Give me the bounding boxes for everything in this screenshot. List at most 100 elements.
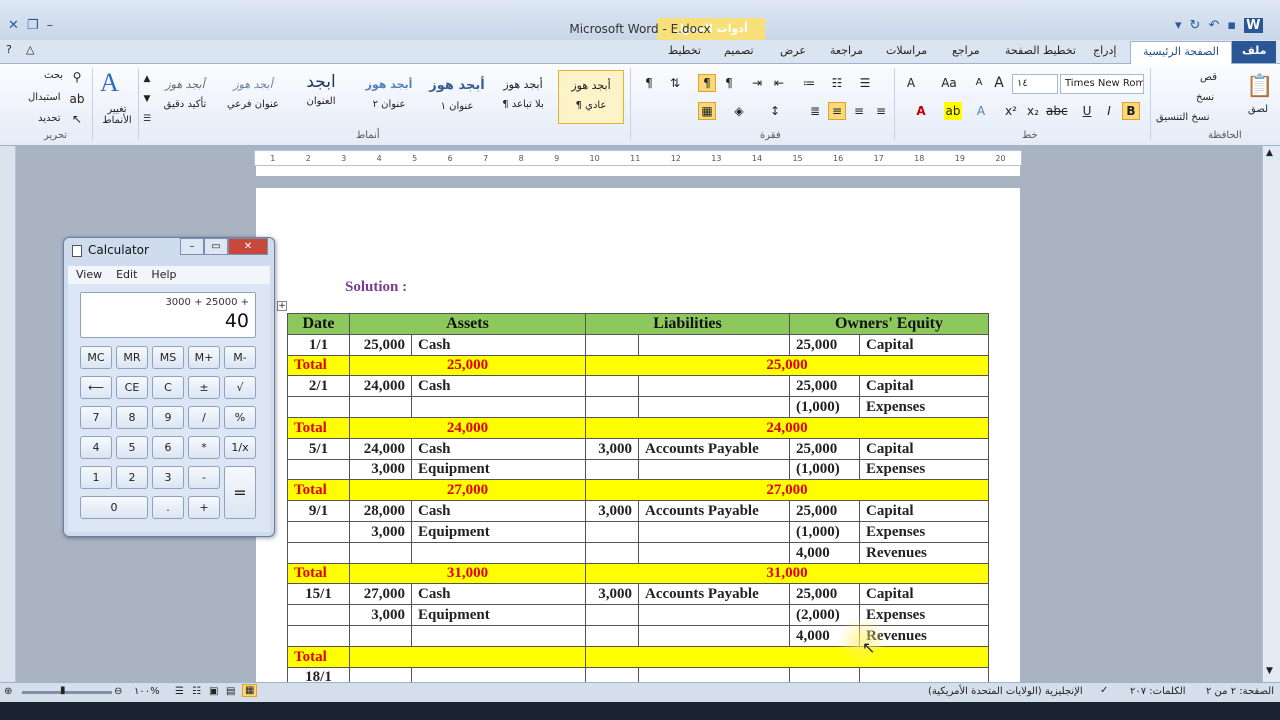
calc-7-button[interactable]: 7 (80, 406, 112, 429)
calc-subtract-button[interactable]: - (188, 466, 220, 489)
zoom-level[interactable]: ١٠٠% (134, 686, 160, 697)
calc-2-button[interactable]: 2 (116, 466, 148, 489)
ltr-direction-icon[interactable]: ¶ (698, 74, 716, 92)
style-no-spacing[interactable]: أبجد هوز ¶ بلا تباعد (490, 70, 556, 124)
print-layout-icon[interactable]: ▦ (242, 684, 258, 697)
zoom-slider-thumb[interactable]: ▮ (60, 685, 66, 696)
bullets-icon[interactable]: ☰ (856, 74, 874, 92)
language-indicator[interactable]: الإنجليزية (الولايات المتحدة الأمريكية) (928, 686, 1083, 697)
text-effects-icon[interactable]: A (972, 102, 990, 120)
tab-review[interactable]: مراجعة (830, 44, 863, 57)
shading-icon[interactable]: ◈ (730, 102, 748, 120)
table-move-handle-icon[interactable]: + (277, 301, 287, 311)
calc-add-button[interactable]: + (188, 496, 220, 519)
reading-view-icon[interactable]: ▤ (226, 686, 235, 697)
calc-plusminus-button[interactable]: ± (188, 376, 220, 399)
calc-equals-button[interactable]: = (224, 466, 256, 519)
borders-icon[interactable]: ▦ (698, 102, 716, 120)
calc-mplus-button[interactable]: M+ (188, 346, 220, 369)
italic-icon[interactable]: I (1100, 102, 1118, 120)
clear-formatting-icon[interactable]: A (902, 74, 920, 92)
minimize-ribbon-icon[interactable]: △ (26, 43, 34, 56)
tab-table-layout[interactable]: تخطيط (668, 44, 701, 57)
calc-menu-view[interactable]: View (76, 266, 102, 284)
align-left-icon[interactable]: ≡ (872, 102, 890, 120)
calc-ce-button[interactable]: CE (116, 376, 148, 399)
calc-6-button[interactable]: 6 (152, 436, 184, 459)
show-marks-icon[interactable]: ¶ (640, 74, 658, 92)
outline-view-icon[interactable]: ☷ (192, 686, 201, 697)
style-heading-1[interactable]: أبجد هوز عنوان ١ (424, 70, 490, 124)
calc-multiply-button[interactable]: * (188, 436, 220, 459)
format-painter-button[interactable]: نسخ التنسيق (1156, 112, 1209, 123)
change-styles-button[interactable]: تغيير الأنماط (100, 104, 134, 126)
sort-icon[interactable]: ⇅ (666, 74, 684, 92)
calc-decimal-button[interactable]: . (152, 496, 184, 519)
calc-mminus-button[interactable]: M- (224, 346, 256, 369)
calc-mr-button[interactable]: MR (116, 346, 148, 369)
calc-8-button[interactable]: 8 (116, 406, 148, 429)
highlight-icon[interactable]: ab (944, 102, 962, 120)
change-case-icon[interactable]: Aa (940, 74, 958, 92)
multilevel-list-icon[interactable]: ≔ (800, 74, 818, 92)
zoom-slider[interactable] (22, 691, 112, 694)
word-count[interactable]: الكلمات: ٢٠٧ (1130, 686, 1186, 697)
copy-button[interactable]: نسخ (1196, 92, 1214, 103)
save-icon[interactable]: ▪ (1227, 18, 1236, 33)
page-number[interactable]: الصفحة: ٢ من ٢ (1206, 686, 1274, 697)
calc-minimize-button[interactable]: – (180, 238, 204, 255)
paste-icon[interactable]: 📋 (1246, 74, 1273, 99)
line-spacing-icon[interactable]: ↕ (766, 102, 784, 120)
style-heading-2[interactable]: أبجد هوز عنوان ٢ (356, 70, 422, 124)
calc-maximize-button[interactable]: ▭ (204, 238, 228, 255)
draft-view-icon[interactable]: ☰ (175, 686, 184, 697)
calc-5-button[interactable]: 5 (116, 436, 148, 459)
calc-1-button[interactable]: 1 (80, 466, 112, 489)
increase-indent-icon[interactable]: ⇥ (748, 74, 766, 92)
calc-menu-help[interactable]: Help (151, 266, 176, 284)
calc-c-button[interactable]: C (152, 376, 184, 399)
tab-page-layout[interactable]: تخطيط الصفحة (1005, 44, 1076, 57)
underline-icon[interactable]: U (1078, 102, 1096, 120)
numbering-icon[interactable]: ☷ (828, 74, 846, 92)
zoom-in-icon[interactable]: ⊕ (4, 686, 12, 697)
subscript-icon[interactable]: x₂ (1024, 102, 1042, 120)
undo-icon[interactable]: ↶ (1208, 18, 1219, 33)
strikethrough-icon[interactable]: abc (1046, 102, 1068, 120)
vertical-scrollbar[interactable]: ▲ ▼ (1262, 146, 1280, 682)
font-name-select[interactable]: Times New Roma (1060, 74, 1144, 94)
find-button[interactable]: بحث (44, 70, 63, 81)
paste-button[interactable]: لصق (1248, 104, 1268, 115)
decrease-indent-icon[interactable]: ⇤ (770, 74, 788, 92)
tab-home[interactable]: الصفحة الرئيسية (1130, 41, 1232, 64)
style-subtitle[interactable]: أبجد هوز عنوان فرعي (220, 70, 286, 124)
font-color-icon[interactable]: A (912, 102, 930, 120)
calculator-window[interactable]: Calculator – ▭ ✕ View Edit Help 3000 + 2… (63, 237, 275, 537)
calc-percent-button[interactable]: % (224, 406, 256, 429)
calc-mc-button[interactable]: MC (80, 346, 112, 369)
tab-mailings[interactable]: مراسلات (886, 44, 927, 57)
tab-file[interactable]: ملف (1232, 41, 1277, 63)
calc-reciprocal-button[interactable]: 1/x (224, 436, 256, 459)
calc-backspace-button[interactable]: ⟵ (80, 376, 112, 399)
shrink-font-icon[interactable]: A (970, 74, 988, 92)
style-subtle-emphasis[interactable]: أبجد هوز تأكيد دقيق (152, 70, 218, 124)
change-styles-icon[interactable]: A (100, 68, 119, 98)
calc-4-button[interactable]: 4 (80, 436, 112, 459)
calc-sqrt-button[interactable]: √ (224, 376, 256, 399)
align-right-icon[interactable]: ≡ (850, 102, 868, 120)
grow-font-icon[interactable]: A (990, 74, 1008, 92)
dropdown-icon[interactable]: ▾ (1175, 18, 1182, 33)
tab-references[interactable]: مراجع (952, 44, 980, 57)
rtl-direction-icon[interactable]: ¶ (720, 74, 738, 92)
help-icon[interactable]: ? (6, 43, 12, 56)
style-title[interactable]: ابجد العنوان (288, 70, 354, 124)
style-normal[interactable]: أبجد هوز ¶ عادي (558, 70, 624, 124)
tab-view[interactable]: عرض (780, 44, 806, 57)
word-icon[interactable]: W (1244, 18, 1263, 33)
cut-button[interactable]: قص (1200, 72, 1217, 83)
web-layout-icon[interactable]: ▣ (209, 686, 218, 697)
proofing-icon[interactable]: ✓ (1100, 685, 1108, 696)
calc-0-button[interactable]: 0 (80, 496, 148, 519)
tab-table-design[interactable]: تصميم (724, 44, 754, 57)
